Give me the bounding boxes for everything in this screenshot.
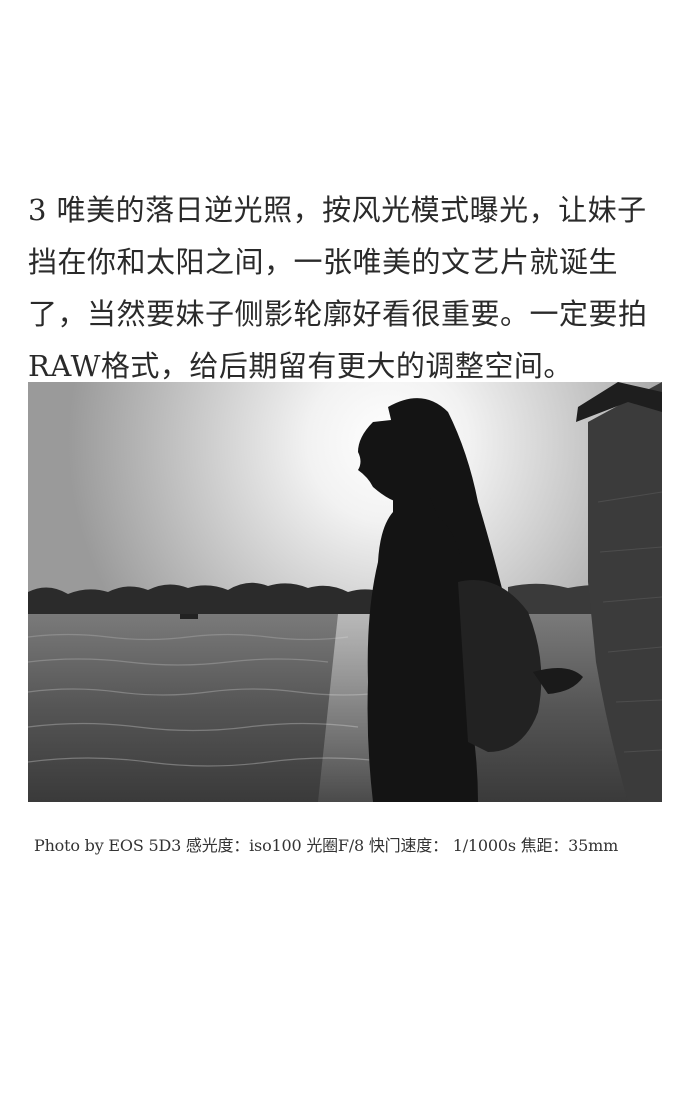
article-paragraph: 3 唯美的落日逆光照，按风光模式曝光，让妹子 挡在你和太阳之间，一张唯美的文艺片… <box>28 184 668 392</box>
boat <box>180 614 198 619</box>
photo-caption: Photo by EOS 5D3 感光度：iso100 光圈F/8 快门速度： … <box>34 836 619 855</box>
paragraph-line: 3 唯美的落日逆光照，按风光模式曝光，让妹子 <box>28 193 647 227</box>
paragraph-line: 了，当然要妹子侧影轮廓好看很重要。一定要拍 <box>28 297 648 331</box>
sky <box>28 382 662 607</box>
article: 3 唯美的落日逆光照，按风光模式曝光，让妹子 挡在你和太阳之间，一张唯美的文艺片… <box>0 0 690 1095</box>
paragraph-line: 挡在你和太阳之间，一张唯美的文艺片就诞生 <box>28 245 619 279</box>
article-photo[interactable] <box>28 382 662 802</box>
photo-image <box>28 382 662 802</box>
